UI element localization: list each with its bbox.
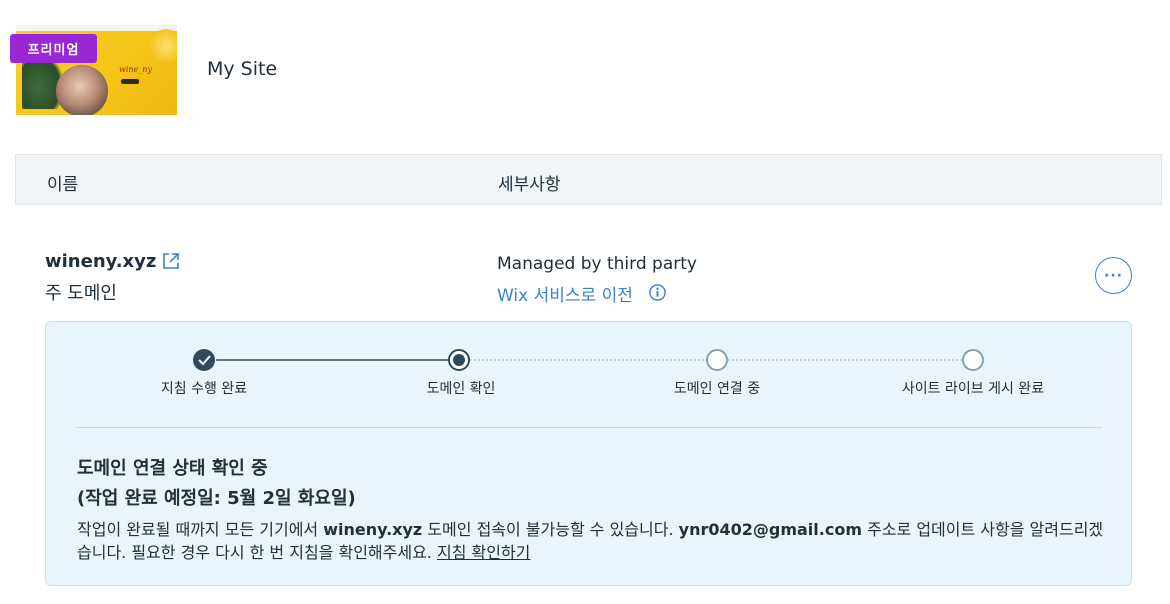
thumbnail-flower xyxy=(149,29,177,63)
status-subtitle: (작업 완료 예정일: 5월 2일 화요일) xyxy=(77,488,356,509)
guide-link[interactable]: 지침 확인하기 xyxy=(437,543,530,562)
step-marker-3 xyxy=(706,349,728,371)
site-name: My Site xyxy=(207,58,278,80)
status-body-domain: wineny.xyz xyxy=(323,520,423,539)
premium-badge: 프리미엄 xyxy=(10,34,97,63)
status-body-part-2: 도메인 접속이 불가능할 수 있습니다. xyxy=(422,520,679,539)
external-link-icon[interactable] xyxy=(161,251,181,271)
transfer-to-wix-link[interactable]: Wix 서비스로 이전 xyxy=(497,281,633,306)
step-label-2: 도메인 확인 xyxy=(426,381,496,397)
domain-type: 주 도메인 xyxy=(45,283,117,304)
step-marker-4 xyxy=(962,349,984,371)
panel-divider xyxy=(76,427,1102,428)
table-header: 이름 세부사항 xyxy=(15,154,1162,205)
more-actions-button[interactable]: ··· xyxy=(1095,257,1132,294)
domain-name: wineny.xyz xyxy=(45,251,157,272)
status-title: 도메인 연결 상태 확인 중 xyxy=(77,458,268,479)
status-body-email: ynr0402@gmail.com xyxy=(678,520,862,539)
step-label-4: 사이트 라이브 게시 완료 xyxy=(901,381,1045,397)
column-header-name: 이름 xyxy=(47,175,79,195)
info-icon[interactable] xyxy=(648,283,667,302)
step-label-1: 지침 수행 완료 xyxy=(160,381,248,397)
status-description: 작업이 완료될 때까지 모든 기기에서 wineny.xyz 도메인 접속이 불… xyxy=(77,518,1107,564)
thumbnail-button xyxy=(121,79,139,84)
status-body-part-1: 작업이 완료될 때까지 모든 기기에서 xyxy=(77,520,324,539)
progress-stepper xyxy=(193,349,984,371)
connection-status-panel: 지침 수행 완료 도메인 확인 도메인 연결 중 사이트 라이브 게시 완료 도… xyxy=(45,321,1132,586)
step-marker-2 xyxy=(448,349,470,371)
step-marker-1 xyxy=(193,349,215,371)
thumbnail-browser-bar xyxy=(16,25,177,31)
more-icon: ··· xyxy=(1104,267,1123,284)
thumbnail-photo xyxy=(56,65,108,115)
managed-by-text: Managed by third party xyxy=(497,254,697,274)
thumbnail-brand: wine_ny xyxy=(119,65,152,74)
column-header-details: 세부사항 xyxy=(498,175,561,195)
step-label-3: 도메인 연결 중 xyxy=(673,381,761,397)
